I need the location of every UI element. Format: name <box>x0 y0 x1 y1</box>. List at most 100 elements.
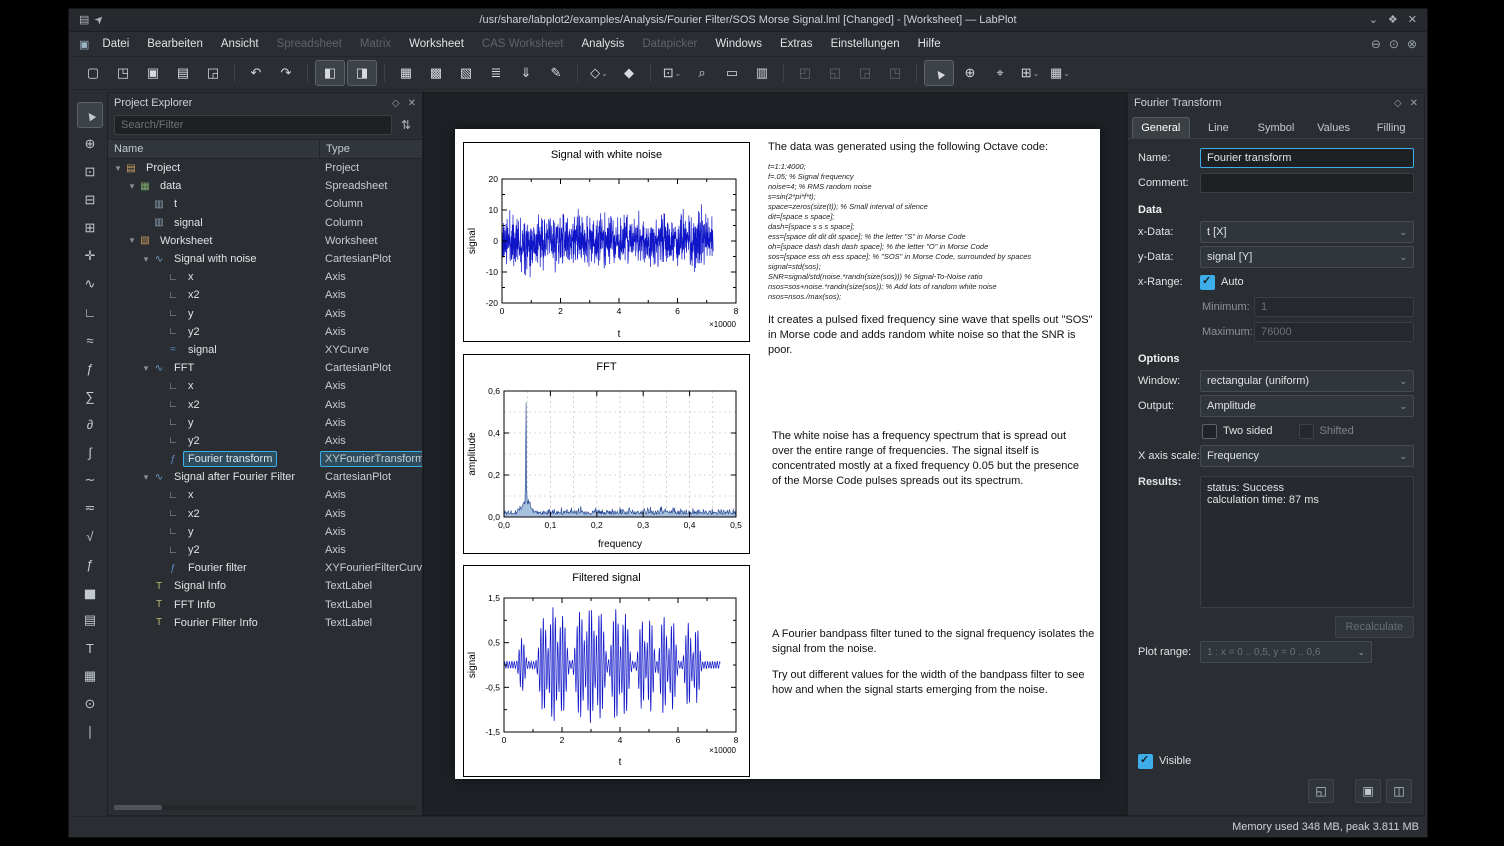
float-panel-icon[interactable]: ◇ <box>392 98 400 109</box>
mdi-close-button[interactable]: ⊗ <box>1407 37 1417 51</box>
signal-with-white-noise-chart[interactable]: 02468-20-1001020t×10000signal <box>464 143 749 341</box>
zoom-mode-button[interactable]: ⊡⌄ <box>658 61 686 85</box>
app-menu-icon[interactable]: ▣ <box>75 38 93 51</box>
menu-einstellungen[interactable]: Einstellungen <box>822 34 909 54</box>
tab-symbol[interactable]: Symbol <box>1247 117 1305 138</box>
add-custom-point-tool[interactable]: ⊙ <box>78 692 102 716</box>
zoom-y-tool[interactable]: ⊞ <box>78 216 102 240</box>
tree-item-worksheet[interactable]: ▾▧WorksheetWorksheet <box>108 232 422 250</box>
zoom-x-tool[interactable]: ⊟ <box>78 188 102 212</box>
new-matrix-button[interactable]: ▩ <box>422 61 450 85</box>
recalculate-button[interactable]: Recalculate <box>1335 616 1414 638</box>
mdi-minimize-button[interactable]: ⊖ <box>1371 37 1381 51</box>
titlebar[interactable]: /usr/share/labplot2/examples/Analysis/Fo… <box>69 9 1427 32</box>
toggle-project-explorer-button[interactable]: ◧ <box>315 60 345 86</box>
save-default-button[interactable]: ◫ <box>1386 779 1412 803</box>
print-preview-button[interactable]: ◲ <box>199 61 227 85</box>
select-mode-button[interactable]: ▲ <box>924 60 954 86</box>
add-legend-tool[interactable]: ▤ <box>78 608 102 632</box>
tree-item-signal-with-noise[interactable]: ▾∿Signal with noiseCartesianPlot <box>108 250 422 268</box>
print-button[interactable]: ▤ <box>169 61 197 85</box>
redo-button[interactable]: ↷ <box>272 61 300 85</box>
open-project-button[interactable]: ◳ <box>109 61 137 85</box>
tab-line[interactable]: Line <box>1190 117 1248 138</box>
menu-windows[interactable]: Windows <box>706 34 771 54</box>
tree-item-fourier-filter[interactable]: ƒFourier filterXYFourierFilterCurve <box>108 559 422 577</box>
add-histogram-tool[interactable]: ▅ <box>78 580 102 604</box>
expander-icon[interactable]: ▾ <box>112 163 124 174</box>
menu-analysis[interactable]: Analysis <box>573 34 634 54</box>
select-tool[interactable]: ▲ <box>77 102 103 128</box>
column-header-name[interactable]: Name <box>108 140 320 158</box>
magnifier-button[interactable]: ⌕ <box>688 61 716 85</box>
add-image-button[interactable]: ▥ <box>748 61 776 85</box>
tree-item-signal[interactable]: ≈signalXYCurve <box>108 341 422 359</box>
new-project-button[interactable]: ▢ <box>79 61 107 85</box>
new-spreadsheet-button[interactable]: ▦ <box>392 61 420 85</box>
add-smoothing-tool[interactable]: ≂ <box>78 496 102 520</box>
x-data-select[interactable]: t [X]⌄ <box>1200 221 1414 243</box>
tree-item-x2[interactable]: ∟x2Axis <box>108 505 422 523</box>
tree-item-data[interactable]: ▾▦dataSpreadsheet <box>108 177 422 195</box>
plot-filtered-signal[interactable]: Filtered signal 024681,50,5-0,5-1,5t×100… <box>463 565 750 777</box>
comment-input[interactable] <box>1200 173 1414 193</box>
mdi-restore-button[interactable]: ⊙ <box>1389 37 1399 51</box>
explorer-horizontal-scrollbar[interactable] <box>114 805 416 810</box>
close-panel-icon[interactable]: ✕ <box>408 98 416 109</box>
menu-ansicht[interactable]: Ansicht <box>212 34 268 54</box>
save-template-button[interactable]: ▣ <box>1355 779 1381 803</box>
menu-worksheet[interactable]: Worksheet <box>400 34 473 54</box>
crosshair-mode-button[interactable]: ⊕ <box>956 61 984 85</box>
new-live-datasource-button[interactable]: ◆ <box>615 61 643 85</box>
column-header-type[interactable]: Type <box>320 140 422 158</box>
save-project-button[interactable]: ▣ <box>139 61 167 85</box>
tree-item-t[interactable]: ▥tColumn <box>108 195 422 213</box>
navigate-mode-button[interactable]: ⌖ <box>986 61 1014 85</box>
close-button[interactable]: ✕ <box>1408 9 1417 31</box>
tab-filling[interactable]: Filling <box>1362 117 1420 138</box>
expander-icon[interactable]: ▾ <box>140 363 152 374</box>
window-select[interactable]: rectangular (uniform)⌄ <box>1200 370 1414 392</box>
crosshair-tool[interactable]: ⊕ <box>78 132 102 156</box>
tree-item-x2[interactable]: ∟x2Axis <box>108 286 422 304</box>
tree-item-fft[interactable]: ▾∿FFTCartesianPlot <box>108 359 422 377</box>
worksheet-view[interactable]: Signal with white noise 02468-20-1001020… <box>423 92 1127 816</box>
menu-bearbeiten[interactable]: Bearbeiten <box>138 34 212 54</box>
worksheet-page[interactable]: Signal with white noise 02468-20-1001020… <box>455 129 1100 779</box>
add-xy-curve-tool[interactable]: ≈ <box>78 328 102 352</box>
undo-button[interactable]: ↶ <box>242 61 270 85</box>
session-icon[interactable]: ▤ <box>79 9 89 31</box>
new-worksheet-button[interactable]: ▧ <box>452 61 480 85</box>
expander-icon[interactable]: ▾ <box>126 181 138 192</box>
tree-item-y2[interactable]: ∟y2Axis <box>108 541 422 559</box>
expander-icon[interactable]: ▾ <box>126 235 138 246</box>
plot-fft[interactable]: FFT 0,00,10,20,30,40,50,00,20,40,6freque… <box>463 354 750 554</box>
visible-checkbox[interactable] <box>1138 754 1153 769</box>
float-dock-icon[interactable]: ◇ <box>1394 98 1402 109</box>
tree-item-fourier-transform[interactable]: ƒFourier transformXYFourierTransformCurv… <box>108 450 422 468</box>
snap-grid-button[interactable]: ▦⌄ <box>1046 61 1074 85</box>
y-data-select[interactable]: signal [Y]⌄ <box>1200 246 1414 268</box>
add-integration-tool[interactable]: ∫ <box>78 440 102 464</box>
add-data-reduction-tool[interactable]: ∑ <box>78 384 102 408</box>
tree-item-y2[interactable]: ∟y2Axis <box>108 432 422 450</box>
toggle-properties-dock-button[interactable]: ◨ <box>347 60 377 86</box>
filtered-signal-chart[interactable]: 024681,50,5-0,5-1,5t×10000signal <box>464 566 749 770</box>
zoom-select-tool[interactable]: ⊡ <box>78 160 102 184</box>
fourier-filter-info-text-label[interactable]: A Fourier bandpass filter tuned to the s… <box>772 627 1096 709</box>
octave-text-label[interactable]: The data was generated using the followi… <box>768 141 1100 358</box>
search-input[interactable] <box>114 115 392 135</box>
tree-item-x[interactable]: ∟xAxis <box>108 268 422 286</box>
tree-item-project[interactable]: ▾▤ProjectProject <box>108 159 422 177</box>
tree-item-y[interactable]: ∟yAxis <box>108 523 422 541</box>
output-select[interactable]: Amplitude⌄ <box>1200 395 1414 417</box>
add-differentiation-tool[interactable]: ∂ <box>78 412 102 436</box>
name-input[interactable] <box>1200 148 1414 168</box>
tree-item-x2[interactable]: ∟x2Axis <box>108 395 422 413</box>
tree-item-y[interactable]: ∟yAxis <box>108 305 422 323</box>
load-template-button[interactable]: ◱ <box>1308 779 1334 803</box>
auto-checkbox[interactable] <box>1200 275 1215 290</box>
add-interpolation-tool[interactable]: ∼ <box>78 468 102 492</box>
expander-icon[interactable]: ▾ <box>140 254 152 265</box>
tree-item-signal[interactable]: ▥signalColumn <box>108 214 422 232</box>
